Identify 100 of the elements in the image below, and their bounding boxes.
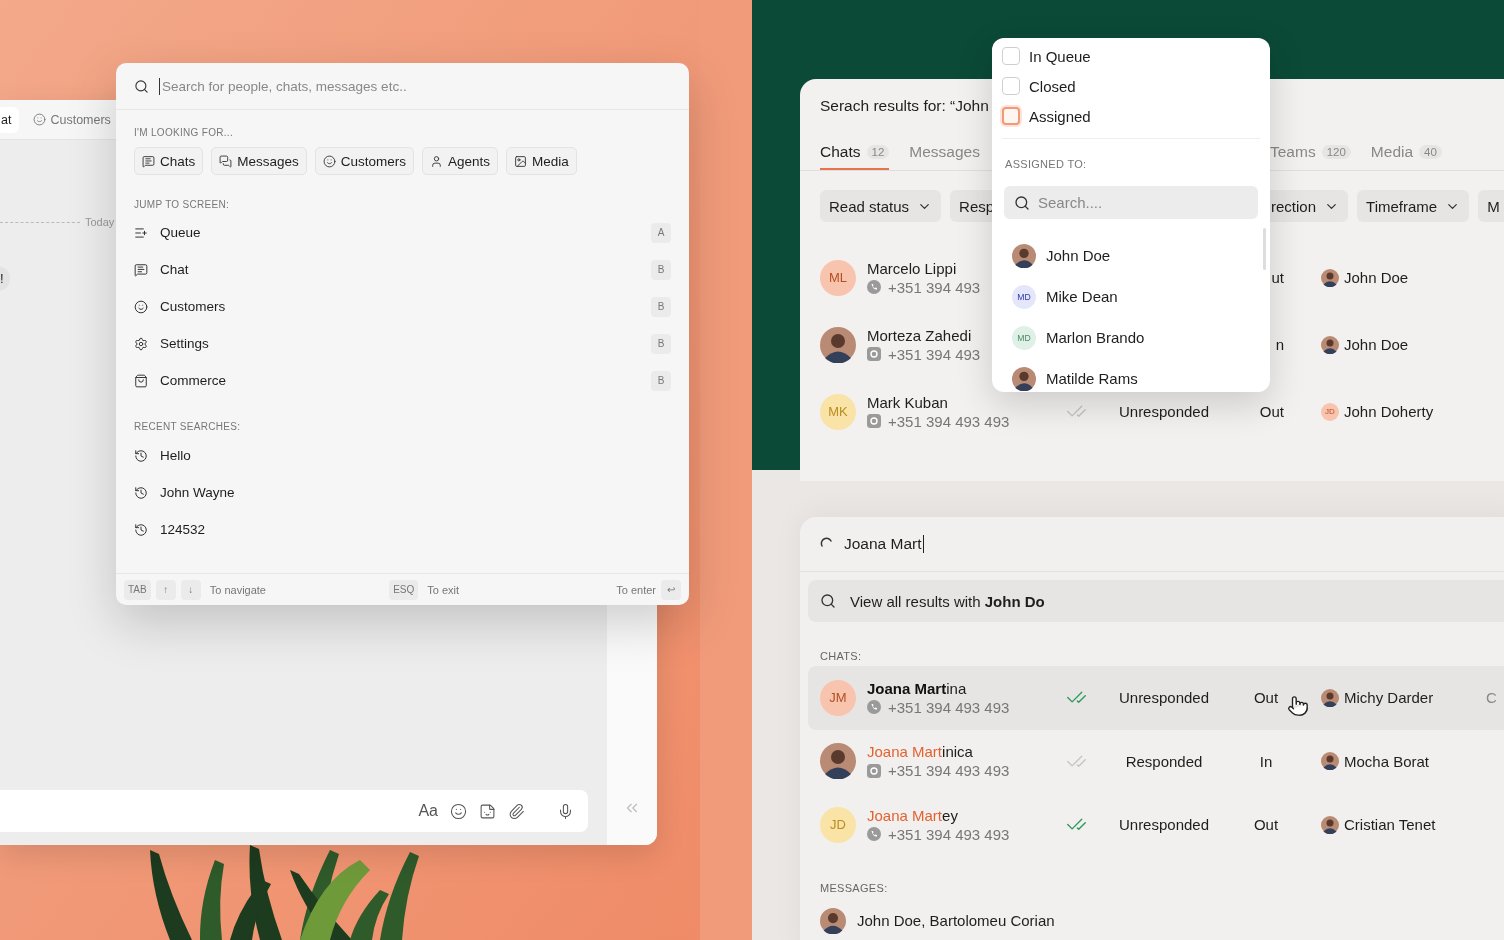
- checkbox[interactable]: [1002, 77, 1020, 95]
- shortcut-key: B: [651, 333, 671, 354]
- direction-text: n: [1275, 336, 1284, 353]
- checkbox[interactable]: [1002, 107, 1020, 125]
- chat-result-row[interactable]: JM Joana Martina +351 394 493 493 Unresponded Out Michy Darder C: [808, 666, 1504, 730]
- chat-bubble-icon: [134, 262, 148, 277]
- person-name[interactable]: John Doe: [1046, 247, 1111, 264]
- agent-name: Mocha Borat: [1344, 752, 1430, 770]
- search-field[interactable]: Joana Mart: [844, 535, 924, 553]
- option-label[interactable]: In Queue: [1029, 47, 1091, 65]
- camera-icon: [867, 414, 881, 428]
- keyboard-key: ↩: [661, 579, 681, 600]
- view-all-results[interactable]: View all results with John Do: [808, 580, 1504, 622]
- filter-dropdown[interactable]: M: [1478, 190, 1504, 222]
- format-button[interactable]: Aa: [418, 802, 438, 820]
- section-heading: RECENT SEARCHES:: [134, 421, 242, 432]
- history-icon: [134, 485, 148, 500]
- hint-text: To exit: [427, 583, 460, 596]
- recent-search-item[interactable]: Hello: [160, 448, 671, 463]
- tab[interactable]: at: [0, 106, 20, 133]
- keyboard-key: TAB: [124, 579, 151, 600]
- search-field[interactable]: Search....: [1004, 186, 1258, 219]
- phone-number: +351 394 493 493: [888, 698, 1010, 716]
- search-icon: [134, 78, 149, 94]
- avatar: [1321, 752, 1339, 771]
- menu-item[interactable]: Settings: [160, 336, 639, 351]
- status-text: Unresponded: [1118, 816, 1210, 834]
- phone-number: +351 394 493: [888, 278, 981, 296]
- avatar: [1321, 815, 1339, 834]
- person-name[interactable]: Mike Dean: [1046, 288, 1118, 305]
- recent-search-item[interactable]: John Wayne: [160, 485, 671, 500]
- view-all-text[interactable]: View all results with John Do: [850, 592, 1045, 610]
- paperclip-icon[interactable]: [508, 802, 525, 820]
- shortcut-key: A: [651, 222, 671, 243]
- chat-bubbles-icon: [219, 154, 233, 168]
- person-name[interactable]: Matilde Rams: [1046, 370, 1138, 387]
- avatar: JD: [820, 806, 856, 843]
- message-composer[interactable]: Aa: [0, 790, 588, 832]
- hint-text: To enter: [616, 583, 656, 596]
- agent-name: John Doe: [1344, 269, 1409, 286]
- sticker-icon[interactable]: [479, 802, 496, 820]
- avatar: [1012, 366, 1036, 391]
- list-icon: [134, 225, 148, 240]
- shortcut-key: B: [651, 370, 671, 391]
- count-badge: 120: [1321, 145, 1351, 159]
- avatar: [820, 743, 856, 780]
- history-icon: [134, 522, 148, 537]
- checkbox[interactable]: [1002, 47, 1020, 65]
- section-heading: CHATS:: [819, 650, 863, 662]
- person-icon: [430, 154, 444, 168]
- phone-number: +351 394 493 493: [888, 762, 1010, 780]
- avatar: [820, 907, 846, 934]
- filter-chip[interactable]: Messages: [211, 147, 307, 175]
- direction-text: ut: [1271, 269, 1284, 286]
- scrollbar[interactable]: [1263, 228, 1266, 270]
- option-label[interactable]: Closed: [1029, 77, 1076, 95]
- menu-item[interactable]: Customers: [160, 299, 639, 314]
- cell-text: C: [1486, 689, 1497, 707]
- filter-chip[interactable]: Chats: [134, 147, 204, 175]
- person-name[interactable]: Marlon Brando: [1046, 329, 1145, 346]
- contact-name: Morteza Zahedi: [867, 326, 972, 344]
- tab[interactable]: Chats 12: [820, 136, 890, 170]
- microphone-icon[interactable]: [557, 802, 574, 820]
- chat-result-row[interactable]: JD Joana Martey +351 394 493 493 Unresponded Out Cristian Tenet: [808, 793, 1504, 857]
- filter-chip[interactable]: Agents: [422, 147, 499, 175]
- emoji-icon[interactable]: [450, 802, 467, 820]
- filter-dropdown[interactable]: Timeframe: [1357, 190, 1470, 222]
- search-field[interactable]: Search for people, chats, messages etc..: [159, 77, 671, 95]
- filter-chip[interactable]: Media: [506, 147, 577, 175]
- contact-name: Mark Kuban: [867, 393, 948, 411]
- avatar: ML: [820, 259, 856, 296]
- shopping-bag-icon: [134, 373, 148, 388]
- tab[interactable]: Customers: [33, 106, 111, 133]
- chat-result-row[interactable]: Joana Martinica +351 394 493 493 Responded In Mocha Borat: [808, 729, 1504, 793]
- direction-text: In: [1259, 752, 1273, 770]
- avatar: [1321, 335, 1339, 354]
- phone-icon: [867, 827, 881, 842]
- keyboard-key: ↓: [180, 579, 201, 600]
- section-heading: ASSIGNED TO:: [1004, 158, 1088, 170]
- status-text: Responded: [1125, 752, 1203, 770]
- menu-item[interactable]: Queue: [160, 225, 639, 240]
- message-title: John Doe, Bartolomeu Corian: [857, 912, 1055, 929]
- filter-dropdown[interactable]: Read status: [820, 190, 942, 222]
- option-label[interactable]: Assigned: [1029, 107, 1091, 125]
- filter-chip[interactable]: Customers: [314, 147, 415, 175]
- direction-text: Out: [1253, 816, 1279, 834]
- shortcut-key: B: [651, 259, 671, 280]
- recent-search-item[interactable]: 124532: [160, 522, 671, 537]
- image-icon: [514, 154, 528, 168]
- hint-text: To navigate: [209, 583, 266, 596]
- direction-text: Out: [1253, 689, 1279, 707]
- avatar: [820, 326, 856, 363]
- contact-name: Joana Martey: [867, 806, 958, 824]
- phone-number: +351 394 493 493: [888, 825, 1010, 843]
- hand-cursor-icon: [1287, 695, 1309, 717]
- menu-item[interactable]: Chat: [160, 262, 639, 277]
- contact-name: Joana Martinica: [867, 743, 973, 761]
- phone-number: +351 394 493 493: [888, 412, 1010, 430]
- menu-item[interactable]: Commerce: [160, 373, 639, 388]
- section-heading: JUMP TO SCREEN:: [134, 199, 231, 210]
